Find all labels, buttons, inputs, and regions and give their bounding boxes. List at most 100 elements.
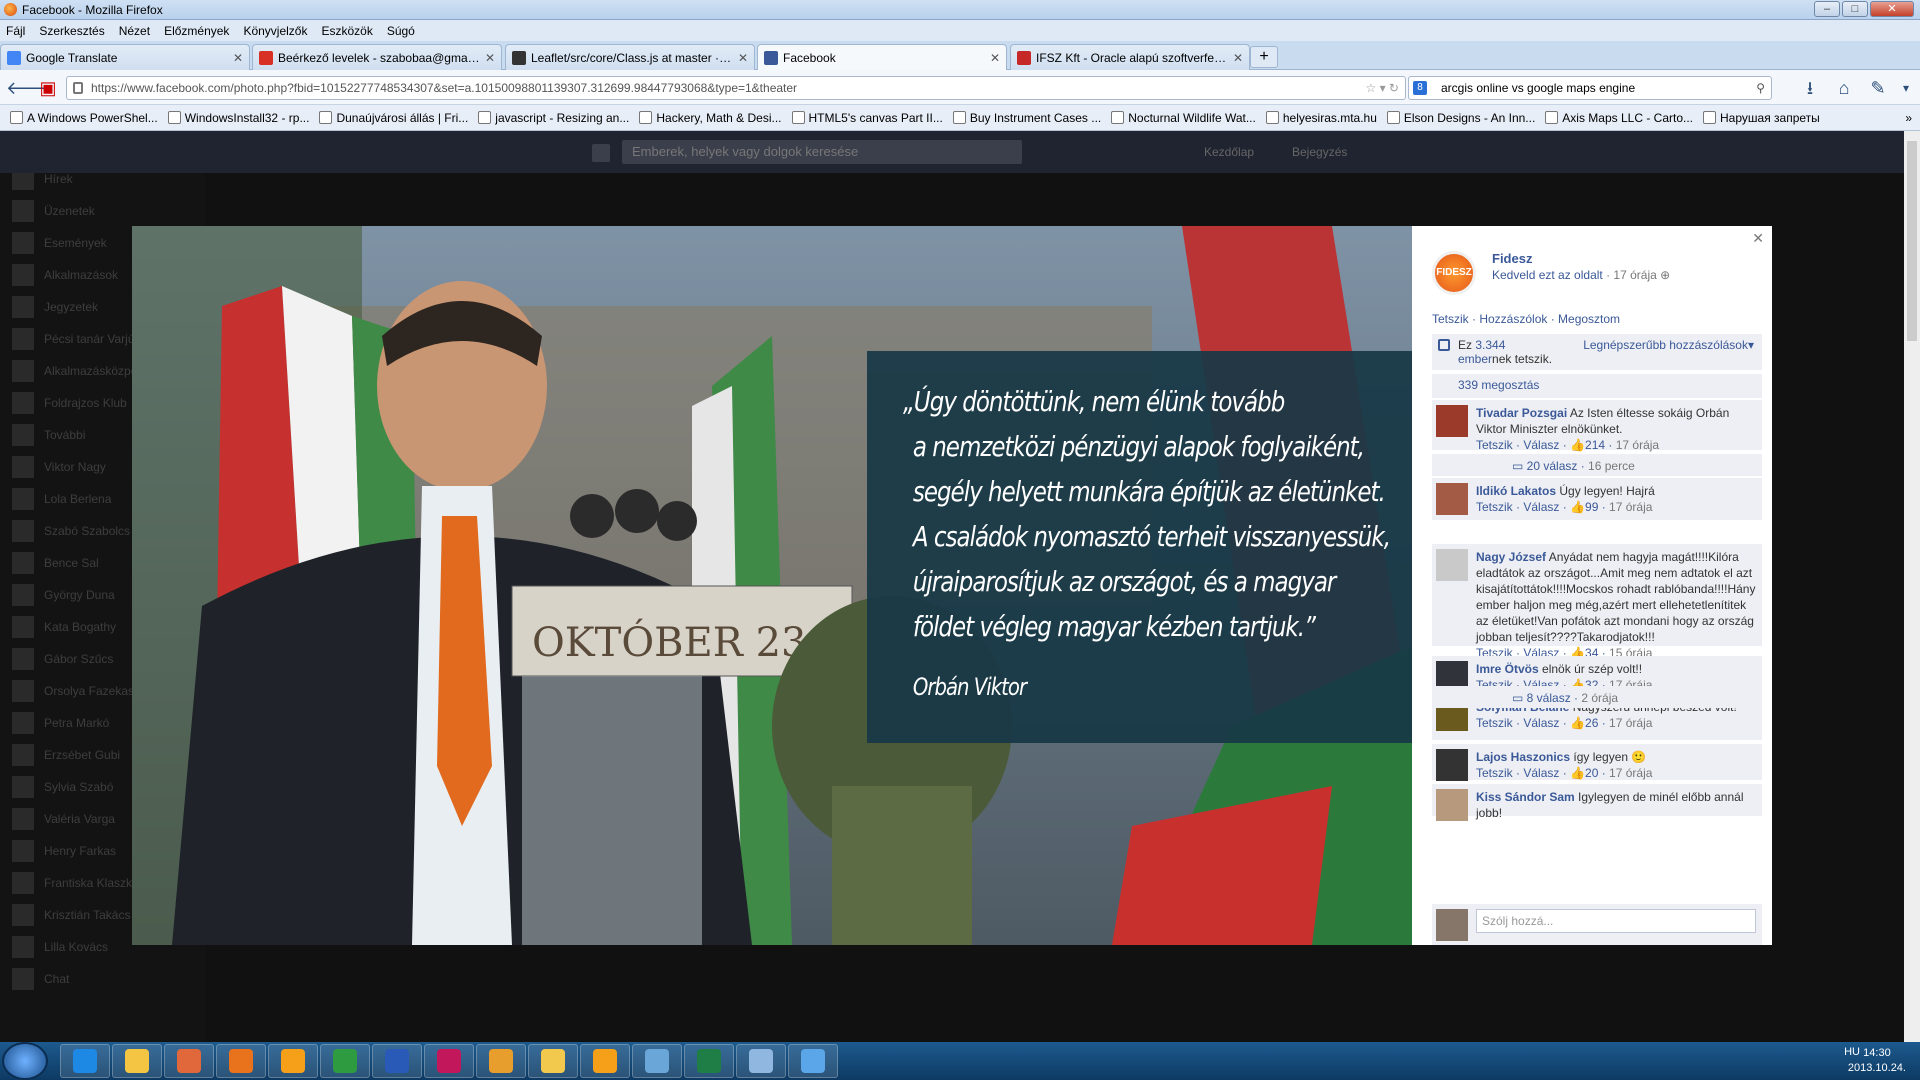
taskbar-app-button[interactable]	[736, 1044, 786, 1078]
facebook-logo-icon[interactable]	[592, 144, 610, 162]
taskbar-app-button[interactable]	[60, 1044, 110, 1078]
commenter-name[interactable]: Nagy József	[1476, 550, 1546, 564]
comment-like-link[interactable]: Tetszik	[1476, 500, 1513, 514]
taskbar-app-button[interactable]	[216, 1044, 266, 1078]
bookmark-item[interactable]: Nocturnal Wildlife Wat...	[1111, 111, 1256, 125]
start-button[interactable]	[2, 1042, 48, 1080]
bookmark-item[interactable]: Elson Designs - An Inn...	[1386, 111, 1535, 125]
bookmark-item[interactable]: Нарушая запреты	[1703, 111, 1820, 125]
nav-home[interactable]: Kezdőlap	[1204, 145, 1254, 159]
commenter-avatar[interactable]	[1436, 405, 1468, 437]
bookmark-item[interactable]: Dunaújvárosi állás | Fri...	[319, 111, 468, 125]
bookmark-item[interactable]: HTML5's canvas Part II...	[791, 111, 943, 125]
maximize-button[interactable]: □	[1842, 1, 1868, 17]
shares-link[interactable]: 339 megosztás	[1432, 374, 1762, 398]
home-icon[interactable]: ⌂	[1832, 76, 1856, 100]
url-bar[interactable]: https://www.facebook.com/photo.php?fbid=…	[66, 76, 1406, 100]
extension-icon[interactable]: ✎	[1866, 76, 1890, 100]
photo-viewer[interactable]: OKTÓBER 23. „Úgy döntöttünk, nem élünk t…	[132, 226, 1412, 945]
taskbar-app-button[interactable]	[476, 1044, 526, 1078]
commenter-name[interactable]: Kiss Sándor Sam	[1476, 790, 1575, 804]
search-input[interactable]: 8 arcgis online vs google maps engine ⚲	[1408, 76, 1772, 100]
menu-item-4[interactable]: Könyvjelzők	[243, 24, 307, 38]
taskbar-app-button[interactable]	[788, 1044, 838, 1078]
tab-close-icon[interactable]: ✕	[1233, 51, 1243, 65]
commenter-name[interactable]: Imre Ötvös	[1476, 662, 1539, 676]
view-replies-link[interactable]: ▭ 8 válasz · 2 órája	[1432, 686, 1762, 708]
taskbar-app-button[interactable]	[632, 1044, 682, 1078]
clock[interactable]: 14:30 2013.10.24.	[1848, 1046, 1906, 1076]
likes-count-link[interactable]: 3.344	[1475, 338, 1505, 352]
commenter-avatar[interactable]	[1436, 483, 1468, 515]
comment-reply-link[interactable]: Válasz	[1523, 500, 1559, 514]
bookmark-item[interactable]: javascript - Resizing an...	[478, 111, 629, 125]
taskbar-app-button[interactable]	[684, 1044, 734, 1078]
close-photo-icon[interactable]: ✕	[1752, 230, 1764, 247]
commenter-avatar[interactable]	[1436, 549, 1468, 581]
page-avatar[interactable]: FIDESZ	[1432, 251, 1476, 295]
back-arrow-icon[interactable]: 🡐	[6, 76, 54, 100]
taskbar-app-button[interactable]	[268, 1044, 318, 1078]
google-engine-icon[interactable]: 8	[1413, 81, 1427, 95]
bookmark-star-icon[interactable]: ☆ ▾ ↻	[1365, 77, 1399, 99]
bookmark-item[interactable]: Buy Instrument Cases ...	[952, 111, 1101, 125]
nav-post[interactable]: Bejegyzés	[1292, 145, 1347, 159]
tab-2[interactable]: Leaflet/src/core/Class.js at master · L.…	[505, 44, 755, 70]
comment-like-count[interactable]: 26	[1585, 716, 1598, 730]
more-bookmarks-icon[interactable]: »	[1905, 111, 1912, 125]
page-name-link[interactable]: Fidesz	[1492, 251, 1532, 266]
commenter-name[interactable]: Ildikó Lakatos	[1476, 484, 1556, 498]
tab-close-icon[interactable]: ✕	[233, 51, 243, 65]
comment-like-link[interactable]: Tetszik	[1476, 766, 1513, 780]
comment-input[interactable]: Szólj hozzá...	[1476, 909, 1756, 933]
taskbar-app-button[interactable]	[112, 1044, 162, 1078]
comment-like-count[interactable]: 99	[1585, 500, 1598, 514]
commenter-name[interactable]: Lajos Haszonics	[1476, 750, 1570, 764]
facebook-search-input[interactable]: Emberek, helyek vagy dolgok keresése	[622, 140, 1022, 164]
menu-item-3[interactable]: Előzmények	[164, 24, 229, 38]
tab-0[interactable]: Google Translate ✕	[0, 44, 250, 70]
page-scrollbar[interactable]	[1904, 131, 1920, 1042]
taskbar-app-button[interactable]	[320, 1044, 370, 1078]
tab-close-icon[interactable]: ✕	[990, 51, 1000, 65]
comment-reply-link[interactable]: Válasz	[1523, 766, 1559, 780]
menu-chevron-icon[interactable]: ▾	[1894, 76, 1918, 100]
tab-3[interactable]: Facebook ✕	[757, 44, 1007, 71]
comment-reply-link[interactable]: Válasz	[1523, 716, 1559, 730]
comment-like-count[interactable]: 20	[1585, 766, 1598, 780]
commenter-name[interactable]: Tivadar Pozsgai	[1476, 406, 1567, 420]
bookmark-item[interactable]: A Windows PowerShel...	[10, 111, 158, 125]
like-page-link[interactable]: Kedveld ezt az oldalt	[1492, 268, 1603, 282]
bookmark-item[interactable]: WindowsInstall32 - rp...	[167, 111, 309, 125]
tab-4[interactable]: IFSZ Kft - Oracle alapú szoftverfejleszt…	[1010, 44, 1250, 70]
download-icon[interactable]: ⭳	[1798, 76, 1822, 100]
taskbar-app-button[interactable]	[164, 1044, 214, 1078]
close-window-button[interactable]: ✕	[1870, 1, 1914, 17]
comment-like-link[interactable]: Tetszik	[1476, 438, 1513, 452]
menu-item-1[interactable]: Szerkesztés	[39, 24, 104, 38]
comment-like-count[interactable]: 214	[1585, 438, 1605, 452]
tab-close-icon[interactable]: ✕	[738, 51, 748, 65]
post-actions[interactable]: Tetszik · Hozzászólok · Megosztom	[1432, 312, 1620, 326]
search-icon[interactable]: ⚲	[1756, 77, 1765, 99]
taskbar-app-button[interactable]	[528, 1044, 578, 1078]
bookmark-item[interactable]: Axis Maps LLC - Carto...	[1545, 111, 1693, 125]
tab-close-icon[interactable]: ✕	[485, 51, 495, 65]
new-tab-button[interactable]: +	[1250, 46, 1278, 68]
taskbar-app-button[interactable]	[424, 1044, 474, 1078]
comment-like-link[interactable]: Tetszik	[1476, 716, 1513, 730]
comment-reply-link[interactable]: Válasz	[1523, 438, 1559, 452]
scrollbar-thumb[interactable]	[1907, 141, 1917, 341]
menu-item-6[interactable]: Súgó	[387, 24, 415, 38]
bookmark-item[interactable]: Hackery, Math & Desi...	[639, 111, 782, 125]
menu-item-0[interactable]: Fájl	[6, 24, 25, 38]
commenter-avatar[interactable]	[1436, 789, 1468, 821]
menu-item-2[interactable]: Nézet	[119, 24, 150, 38]
taskbar-app-button[interactable]	[372, 1044, 422, 1078]
sidebar-item[interactable]: Üzenetek	[0, 195, 205, 227]
tab-1[interactable]: Beérkező levelek - szabobaa@gmail.c... ✕	[252, 44, 502, 70]
view-replies-link[interactable]: ▭ 20 válasz · 16 perce	[1432, 454, 1762, 476]
menu-item-5[interactable]: Eszközök	[321, 24, 372, 38]
minimize-button[interactable]: –	[1814, 1, 1840, 17]
taskbar-app-button[interactable]	[580, 1044, 630, 1078]
